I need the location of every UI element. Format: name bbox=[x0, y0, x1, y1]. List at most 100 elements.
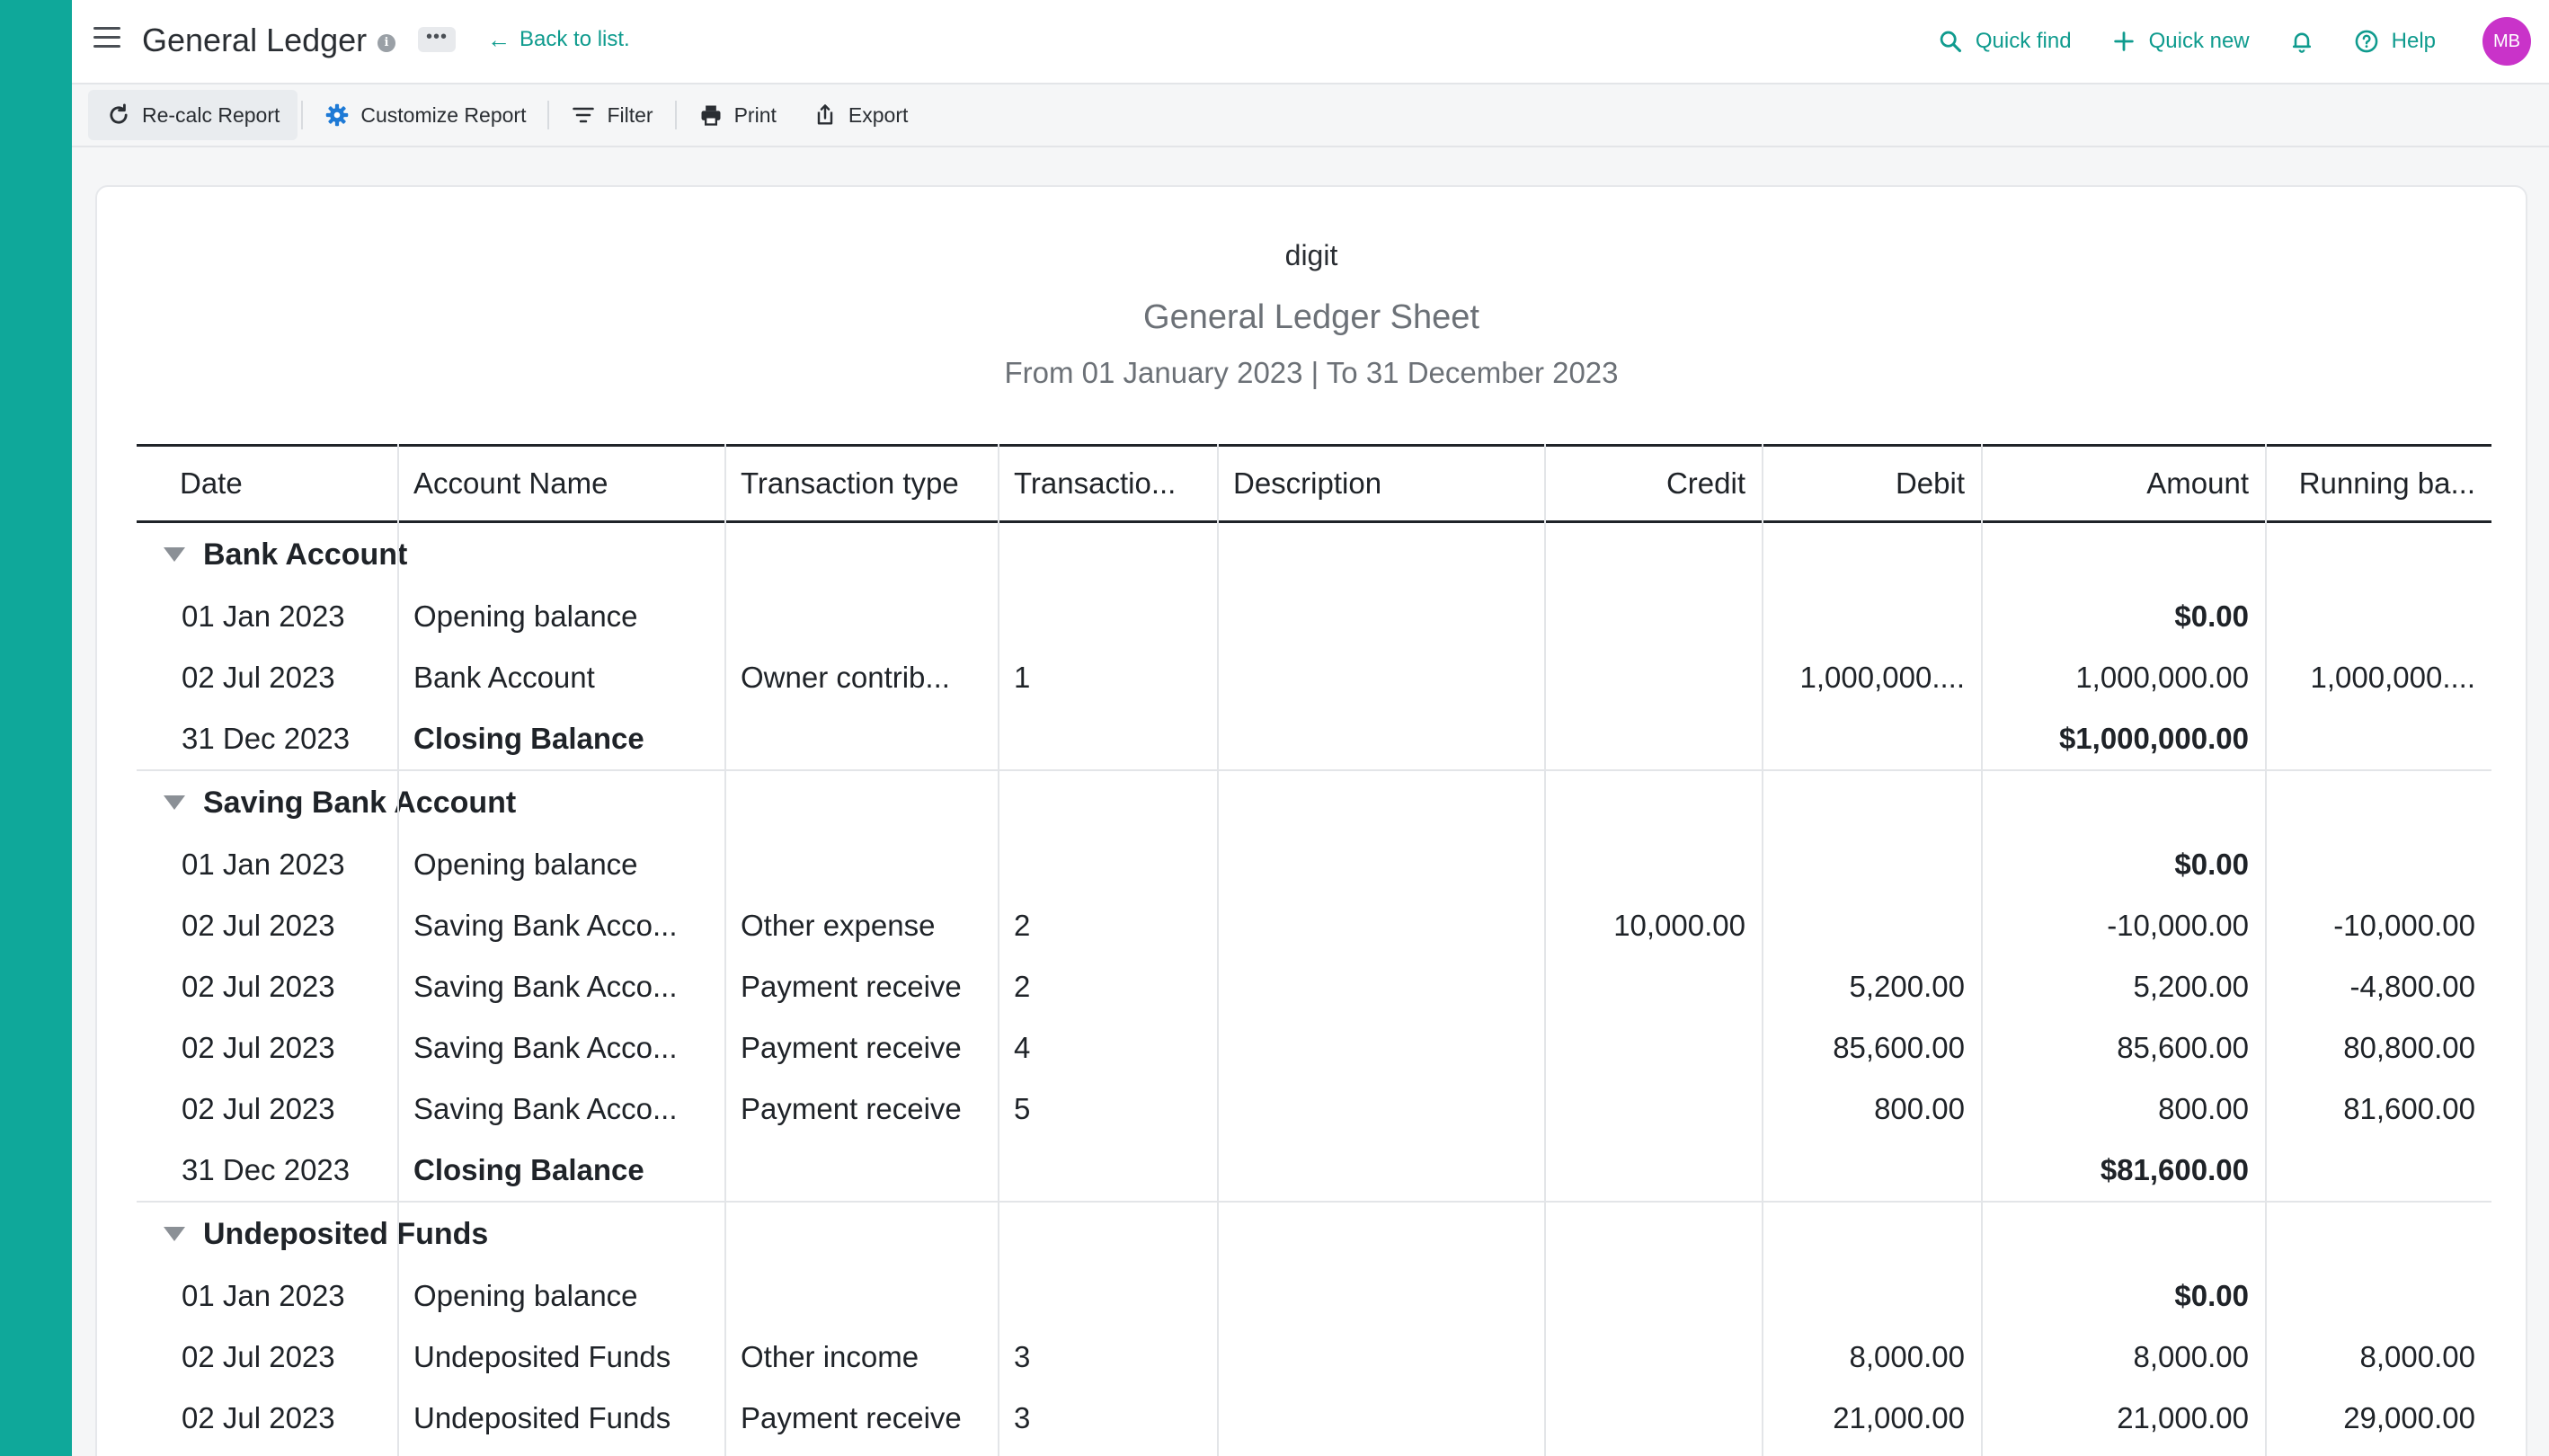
cell-txn: 1 bbox=[1014, 661, 1031, 694]
report-title: General Ledger Sheet bbox=[1143, 298, 1479, 336]
cell-amount: 1,000,000.00 bbox=[2075, 661, 2249, 694]
main-area: General Ledger i ••• ← Back to list. Qui… bbox=[72, 0, 2549, 1456]
group-toggle[interactable]: Undeposited Funds bbox=[164, 1203, 488, 1265]
cell-txn: 3 bbox=[1014, 1340, 1031, 1373]
quick-new-button[interactable]: Quick new bbox=[2111, 29, 2250, 54]
filter-label: Filter bbox=[607, 102, 653, 127]
help-icon bbox=[2355, 30, 2378, 53]
column-header-debit[interactable]: Debit bbox=[1762, 447, 1981, 520]
export-button[interactable]: Export bbox=[795, 90, 926, 140]
cell-description bbox=[1217, 1079, 1544, 1140]
cell-account: Undeposited Funds bbox=[413, 1340, 671, 1373]
cell-running bbox=[2265, 834, 2491, 895]
column-header-credit[interactable]: Credit bbox=[1544, 447, 1762, 520]
cell-running: 81,600.00 bbox=[2343, 1092, 2475, 1125]
cell-running: -10,000.00 bbox=[2333, 909, 2475, 942]
group-name: Undeposited Funds bbox=[203, 1217, 489, 1251]
table-row[interactable]: 02 Jul 2023 Bank Account Owner contrib... 1… bbox=[137, 647, 2491, 708]
toolbar-divider bbox=[547, 101, 550, 129]
print-button[interactable]: Print bbox=[680, 90, 795, 140]
group-toggle[interactable]: Saving Bank Account bbox=[164, 771, 516, 834]
column-header-amount[interactable]: Amount bbox=[1981, 447, 2265, 520]
back-to-list-link[interactable]: ← Back to list. bbox=[487, 27, 630, 52]
column-header-running[interactable]: Running ba... bbox=[2265, 447, 2491, 520]
cell-txn bbox=[998, 1265, 1217, 1327]
avatar[interactable]: MB bbox=[2482, 17, 2531, 66]
cell-amount: $0.00 bbox=[2174, 848, 2249, 881]
cell-type bbox=[724, 1140, 998, 1201]
table-row[interactable]: 02 Jul 2023 Undeposited Funds Payment rece… bbox=[137, 1388, 2491, 1449]
quick-find-label: Quick find bbox=[1975, 29, 2072, 53]
notifications-button[interactable] bbox=[2289, 29, 2314, 54]
cell-txn bbox=[998, 708, 1217, 769]
info-icon[interactable]: i bbox=[377, 34, 395, 52]
cell-running bbox=[2265, 586, 2491, 647]
caret-down-icon bbox=[164, 795, 185, 810]
more-options-button[interactable]: ••• bbox=[418, 27, 456, 52]
cell-date: 31 Dec 2023 bbox=[182, 722, 351, 755]
page-title: General Ledger bbox=[142, 22, 368, 58]
column-header-date[interactable]: Date bbox=[137, 447, 397, 520]
table-row[interactable]: 02 Jul 2023 Undeposited Funds Other income… bbox=[137, 1327, 2491, 1388]
cell-description bbox=[1217, 834, 1544, 895]
cell-credit bbox=[1544, 1265, 1762, 1327]
cell-description bbox=[1217, 956, 1544, 1017]
table-row[interactable]: 31 Dec 2023 Closing Balance $81,600.00 bbox=[137, 1140, 2491, 1201]
filter-icon bbox=[573, 107, 595, 123]
table-row[interactable]: 01 Jan 2023 Opening balance $0.00 bbox=[137, 586, 2491, 647]
cell-type: Owner contrib... bbox=[741, 661, 950, 694]
table-row[interactable]: 01 Jan 2023 Opening balance $0.00 bbox=[137, 834, 2491, 895]
column-header-account[interactable]: Account Name bbox=[397, 447, 724, 520]
cell-type: Other expense bbox=[741, 909, 936, 942]
group-toggle[interactable]: Bank Account bbox=[164, 523, 407, 586]
cell-account: Closing Balance bbox=[413, 722, 644, 755]
ledger-table: Date Account Name Transaction type Transact… bbox=[137, 444, 2491, 1456]
cell-credit bbox=[1544, 1017, 1762, 1079]
cell-type bbox=[724, 586, 998, 647]
table-row[interactable]: 02 Jul 2023 Saving Bank Acco... Payment re… bbox=[137, 1017, 2491, 1079]
recalc-report-button[interactable]: Re-calc Report bbox=[88, 90, 298, 140]
column-header-description[interactable]: Description bbox=[1217, 447, 1544, 520]
customize-report-label: Customize Report bbox=[360, 102, 527, 127]
cell-date: 02 Jul 2023 bbox=[182, 1031, 335, 1064]
column-header-txn[interactable]: Transactio... bbox=[998, 447, 1217, 520]
top-bar: General Ledger i ••• ← Back to list. Qui… bbox=[72, 0, 2549, 84]
back-to-list-label: Back to list. bbox=[520, 27, 630, 51]
cell-amount: 5,200.00 bbox=[2133, 970, 2249, 1003]
cell-credit bbox=[1544, 834, 1762, 895]
recalc-report-label: Re-calc Report bbox=[142, 102, 280, 127]
cell-account: Opening balance bbox=[413, 599, 638, 633]
cell-running: -4,800.00 bbox=[2349, 970, 2475, 1003]
column-divider bbox=[998, 444, 999, 1456]
cell-debit: 8,000.00 bbox=[1849, 1340, 1965, 1373]
cell-account: Opening balance bbox=[413, 1279, 638, 1312]
top-right-actions: Quick find Quick new Help MB bbox=[1898, 0, 2531, 83]
quick-find-button[interactable]: Quick find bbox=[1938, 29, 2072, 54]
export-label: Export bbox=[848, 102, 909, 127]
organization-name: digit bbox=[1284, 239, 1338, 271]
cell-debit bbox=[1762, 1140, 1981, 1201]
cell-amount: $0.00 bbox=[2174, 599, 2249, 633]
cell-amount: -10,000.00 bbox=[2107, 909, 2249, 942]
table-row[interactable]: 02 Jul 2023 Saving Bank Acco... Payment re… bbox=[137, 1079, 2491, 1140]
cell-account: Opening balance bbox=[413, 848, 638, 881]
cell-description bbox=[1217, 895, 1544, 956]
column-divider bbox=[2265, 444, 2267, 1456]
menu-icon[interactable] bbox=[93, 27, 120, 50]
table-row[interactable]: 01 Jan 2023 Opening balance $0.00 bbox=[137, 1265, 2491, 1327]
bell-icon bbox=[2292, 32, 2311, 53]
table-row[interactable]: 02 Jul 2023 Saving Bank Acco... Other expe… bbox=[137, 895, 2491, 956]
filter-button[interactable]: Filter bbox=[553, 90, 671, 140]
cell-txn: 3 bbox=[1014, 1401, 1031, 1434]
plus-icon bbox=[2113, 31, 2134, 51]
cell-type: Payment receive bbox=[741, 1092, 962, 1125]
cell-description bbox=[1217, 1265, 1544, 1327]
table-row[interactable]: 31 Dec 2023 Closing Balance $1,000,000.00 bbox=[137, 708, 2491, 769]
column-header-type[interactable]: Transaction type bbox=[724, 447, 998, 520]
customize-report-button[interactable]: Customize Report bbox=[306, 90, 544, 140]
cell-txn: 4 bbox=[1014, 1031, 1031, 1064]
help-button[interactable]: Help bbox=[2354, 29, 2436, 54]
cell-running bbox=[2265, 708, 2491, 769]
table-row[interactable]: 02 Jul 2023 Saving Bank Acco... Payment re… bbox=[137, 956, 2491, 1017]
cell-account: Saving Bank Acco... bbox=[413, 1092, 678, 1125]
